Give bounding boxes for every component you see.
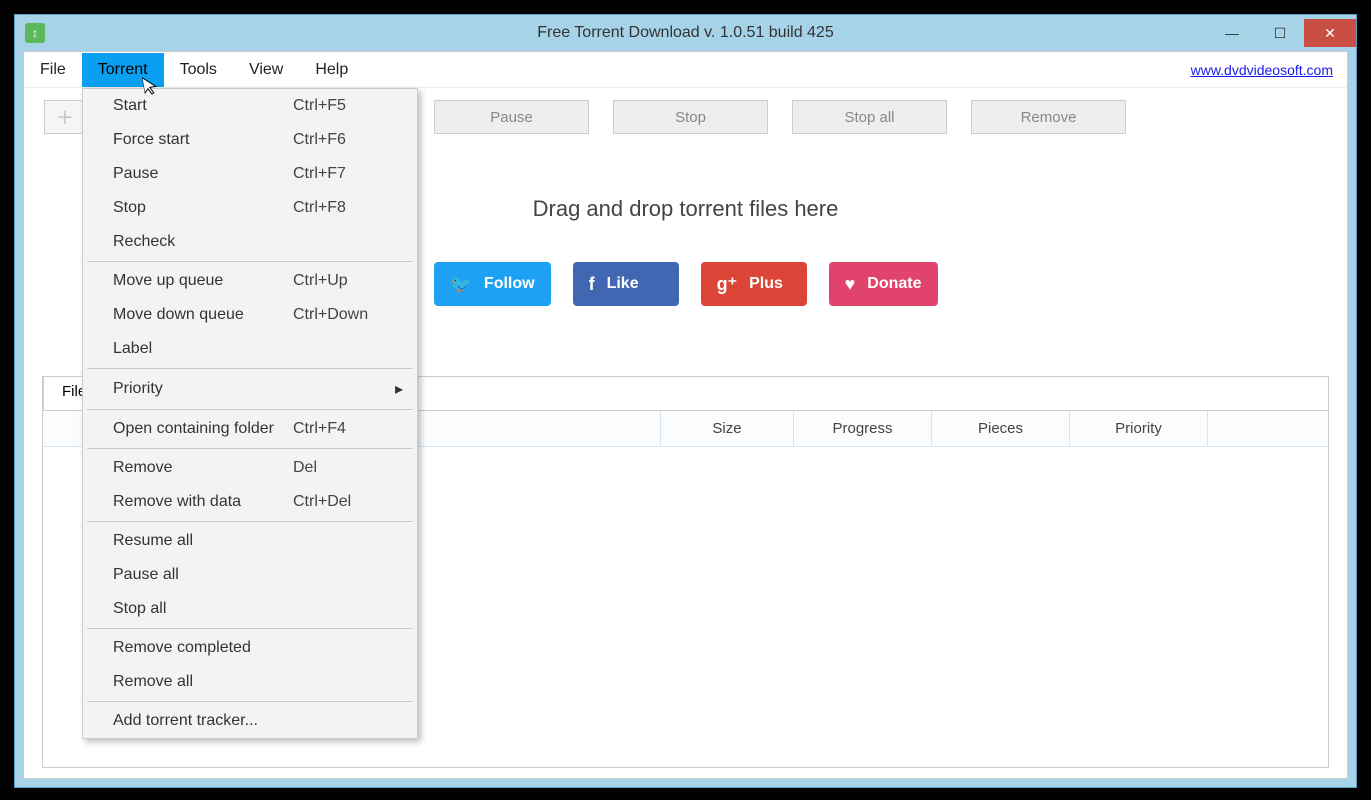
drop-text: Drag and drop torrent files here bbox=[533, 196, 839, 222]
menu-item-shortcut: Ctrl+Del bbox=[293, 493, 351, 511]
menu-separator bbox=[87, 628, 413, 629]
menu-item-move-down-queue[interactable]: Move down queueCtrl+Down bbox=[83, 298, 417, 332]
minimize-button[interactable]: — bbox=[1208, 19, 1256, 47]
menu-item-remove[interactable]: RemoveDel bbox=[83, 451, 417, 485]
col-size[interactable]: Size bbox=[661, 411, 794, 446]
social-row: 🐦 Follow f Like g⁺ Plus ♥ Donate bbox=[434, 262, 938, 306]
menu-item-open-containing-folder[interactable]: Open containing folderCtrl+F4 bbox=[83, 412, 417, 446]
menu-item-shortcut: Ctrl+Up bbox=[293, 272, 348, 290]
menu-item-pause[interactable]: PauseCtrl+F7 bbox=[83, 157, 417, 191]
menu-item-shortcut: Ctrl+F7 bbox=[293, 165, 346, 183]
menu-item-shortcut: Ctrl+F4 bbox=[293, 420, 346, 438]
donate-button[interactable]: ♥ Donate bbox=[829, 262, 938, 306]
add-torrent-button[interactable]: ＋ bbox=[44, 100, 86, 134]
submenu-arrow-icon: ▸ bbox=[395, 379, 403, 399]
col-extra bbox=[1208, 411, 1328, 446]
header-link[interactable]: www.dvdvideosoft.com bbox=[1191, 62, 1333, 78]
stop-button[interactable]: Stop bbox=[613, 100, 768, 134]
like-button[interactable]: f Like bbox=[573, 262, 679, 306]
col-progress[interactable]: Progress bbox=[794, 411, 932, 446]
window-title: Free Torrent Download v. 1.0.51 build 42… bbox=[15, 24, 1356, 42]
menu-separator bbox=[87, 261, 413, 262]
menu-torrent[interactable]: Torrent bbox=[82, 53, 164, 87]
donate-label: Donate bbox=[867, 275, 921, 293]
menu-item-label: Remove bbox=[113, 459, 293, 477]
remove-button[interactable]: Remove bbox=[971, 100, 1126, 134]
menu-separator bbox=[87, 701, 413, 702]
menu-item-shortcut: Ctrl+Down bbox=[293, 306, 368, 324]
torrent-dropdown: StartCtrl+F5Force startCtrl+F6PauseCtrl+… bbox=[82, 88, 418, 739]
menu-item-shortcut: Ctrl+F8 bbox=[293, 199, 346, 217]
col-pieces[interactable]: Pieces bbox=[932, 411, 1070, 446]
menu-separator bbox=[87, 368, 413, 369]
menu-item-label: Remove with data bbox=[113, 493, 293, 511]
menu-item-label: Open containing folder bbox=[113, 420, 293, 438]
menu-file[interactable]: File bbox=[24, 53, 82, 87]
gplus-icon: g⁺ bbox=[717, 274, 738, 295]
menu-item-label: Stop bbox=[113, 199, 293, 217]
menu-item-priority[interactable]: Priority ▸ bbox=[83, 371, 417, 407]
plus-label: Plus bbox=[749, 275, 783, 293]
menu-item-shortcut: Ctrl+F5 bbox=[293, 97, 346, 115]
menu-item-stop[interactable]: StopCtrl+F8 bbox=[83, 191, 417, 225]
menu-item-pause-all[interactable]: Pause all bbox=[83, 558, 417, 592]
menu-item-label: Pause all bbox=[113, 566, 293, 584]
menu-item-label: Move up queue bbox=[113, 272, 293, 290]
app-icon: ↕ bbox=[25, 23, 45, 43]
menu-item-label: Priority bbox=[113, 380, 293, 398]
twitter-icon: 🐦 bbox=[450, 274, 472, 295]
menu-item-label: Stop all bbox=[113, 600, 293, 618]
menu-tools[interactable]: Tools bbox=[164, 53, 233, 87]
follow-label: Follow bbox=[484, 275, 535, 293]
heart-icon: ♥ bbox=[845, 274, 856, 295]
window-controls: — ☐ ✕ bbox=[1208, 19, 1356, 47]
menu-item-move-up-queue[interactable]: Move up queueCtrl+Up bbox=[83, 264, 417, 298]
menu-item-label: Pause bbox=[113, 165, 293, 183]
menu-item-label: Start bbox=[113, 97, 293, 115]
stopall-button[interactable]: Stop all bbox=[792, 100, 947, 134]
menu-separator bbox=[87, 521, 413, 522]
menu-item-add-torrent-tracker[interactable]: Add torrent tracker... bbox=[83, 704, 417, 738]
menu-item-remove-with-data[interactable]: Remove with dataCtrl+Del bbox=[83, 485, 417, 519]
plus-icon: ＋ bbox=[56, 104, 74, 130]
close-button[interactable]: ✕ bbox=[1304, 19, 1356, 47]
menu-item-label: Resume all bbox=[113, 532, 293, 550]
menu-view[interactable]: View bbox=[233, 53, 299, 87]
plus-button[interactable]: g⁺ Plus bbox=[701, 262, 807, 306]
like-label: Like bbox=[607, 275, 639, 293]
menu-item-remove-completed[interactable]: Remove completed bbox=[83, 631, 417, 665]
menu-item-label[interactable]: Label bbox=[83, 332, 417, 366]
maximize-button[interactable]: ☐ bbox=[1256, 19, 1304, 47]
menubar: File Torrent Tools View Help www.dvdvide… bbox=[24, 52, 1347, 88]
menu-item-label: Remove all bbox=[113, 673, 293, 691]
menu-item-recheck[interactable]: Recheck bbox=[83, 225, 417, 259]
menu-item-start[interactable]: StartCtrl+F5 bbox=[83, 89, 417, 123]
menu-help[interactable]: Help bbox=[299, 53, 364, 87]
menu-item-label: Remove completed bbox=[113, 639, 293, 657]
menu-separator bbox=[87, 448, 413, 449]
menu-item-force-start[interactable]: Force startCtrl+F6 bbox=[83, 123, 417, 157]
menu-item-remove-all[interactable]: Remove all bbox=[83, 665, 417, 699]
menu-item-label: Move down queue bbox=[113, 306, 293, 324]
menu-item-label: Add torrent tracker... bbox=[113, 712, 293, 730]
facebook-icon: f bbox=[589, 274, 595, 295]
follow-button[interactable]: 🐦 Follow bbox=[434, 262, 551, 306]
menu-item-shortcut: Ctrl+F6 bbox=[293, 131, 346, 149]
menu-item-stop-all[interactable]: Stop all bbox=[83, 592, 417, 626]
menu-item-label: Label bbox=[113, 340, 293, 358]
menu-item-label: Force start bbox=[113, 131, 293, 149]
menu-item-resume-all[interactable]: Resume all bbox=[83, 524, 417, 558]
pause-button[interactable]: Pause bbox=[434, 100, 589, 134]
menu-item-shortcut: Del bbox=[293, 459, 317, 477]
menu-separator bbox=[87, 409, 413, 410]
menu-item-label: Recheck bbox=[113, 233, 293, 251]
titlebar[interactable]: ↕ Free Torrent Download v. 1.0.51 build … bbox=[15, 15, 1356, 51]
col-priority[interactable]: Priority bbox=[1070, 411, 1208, 446]
